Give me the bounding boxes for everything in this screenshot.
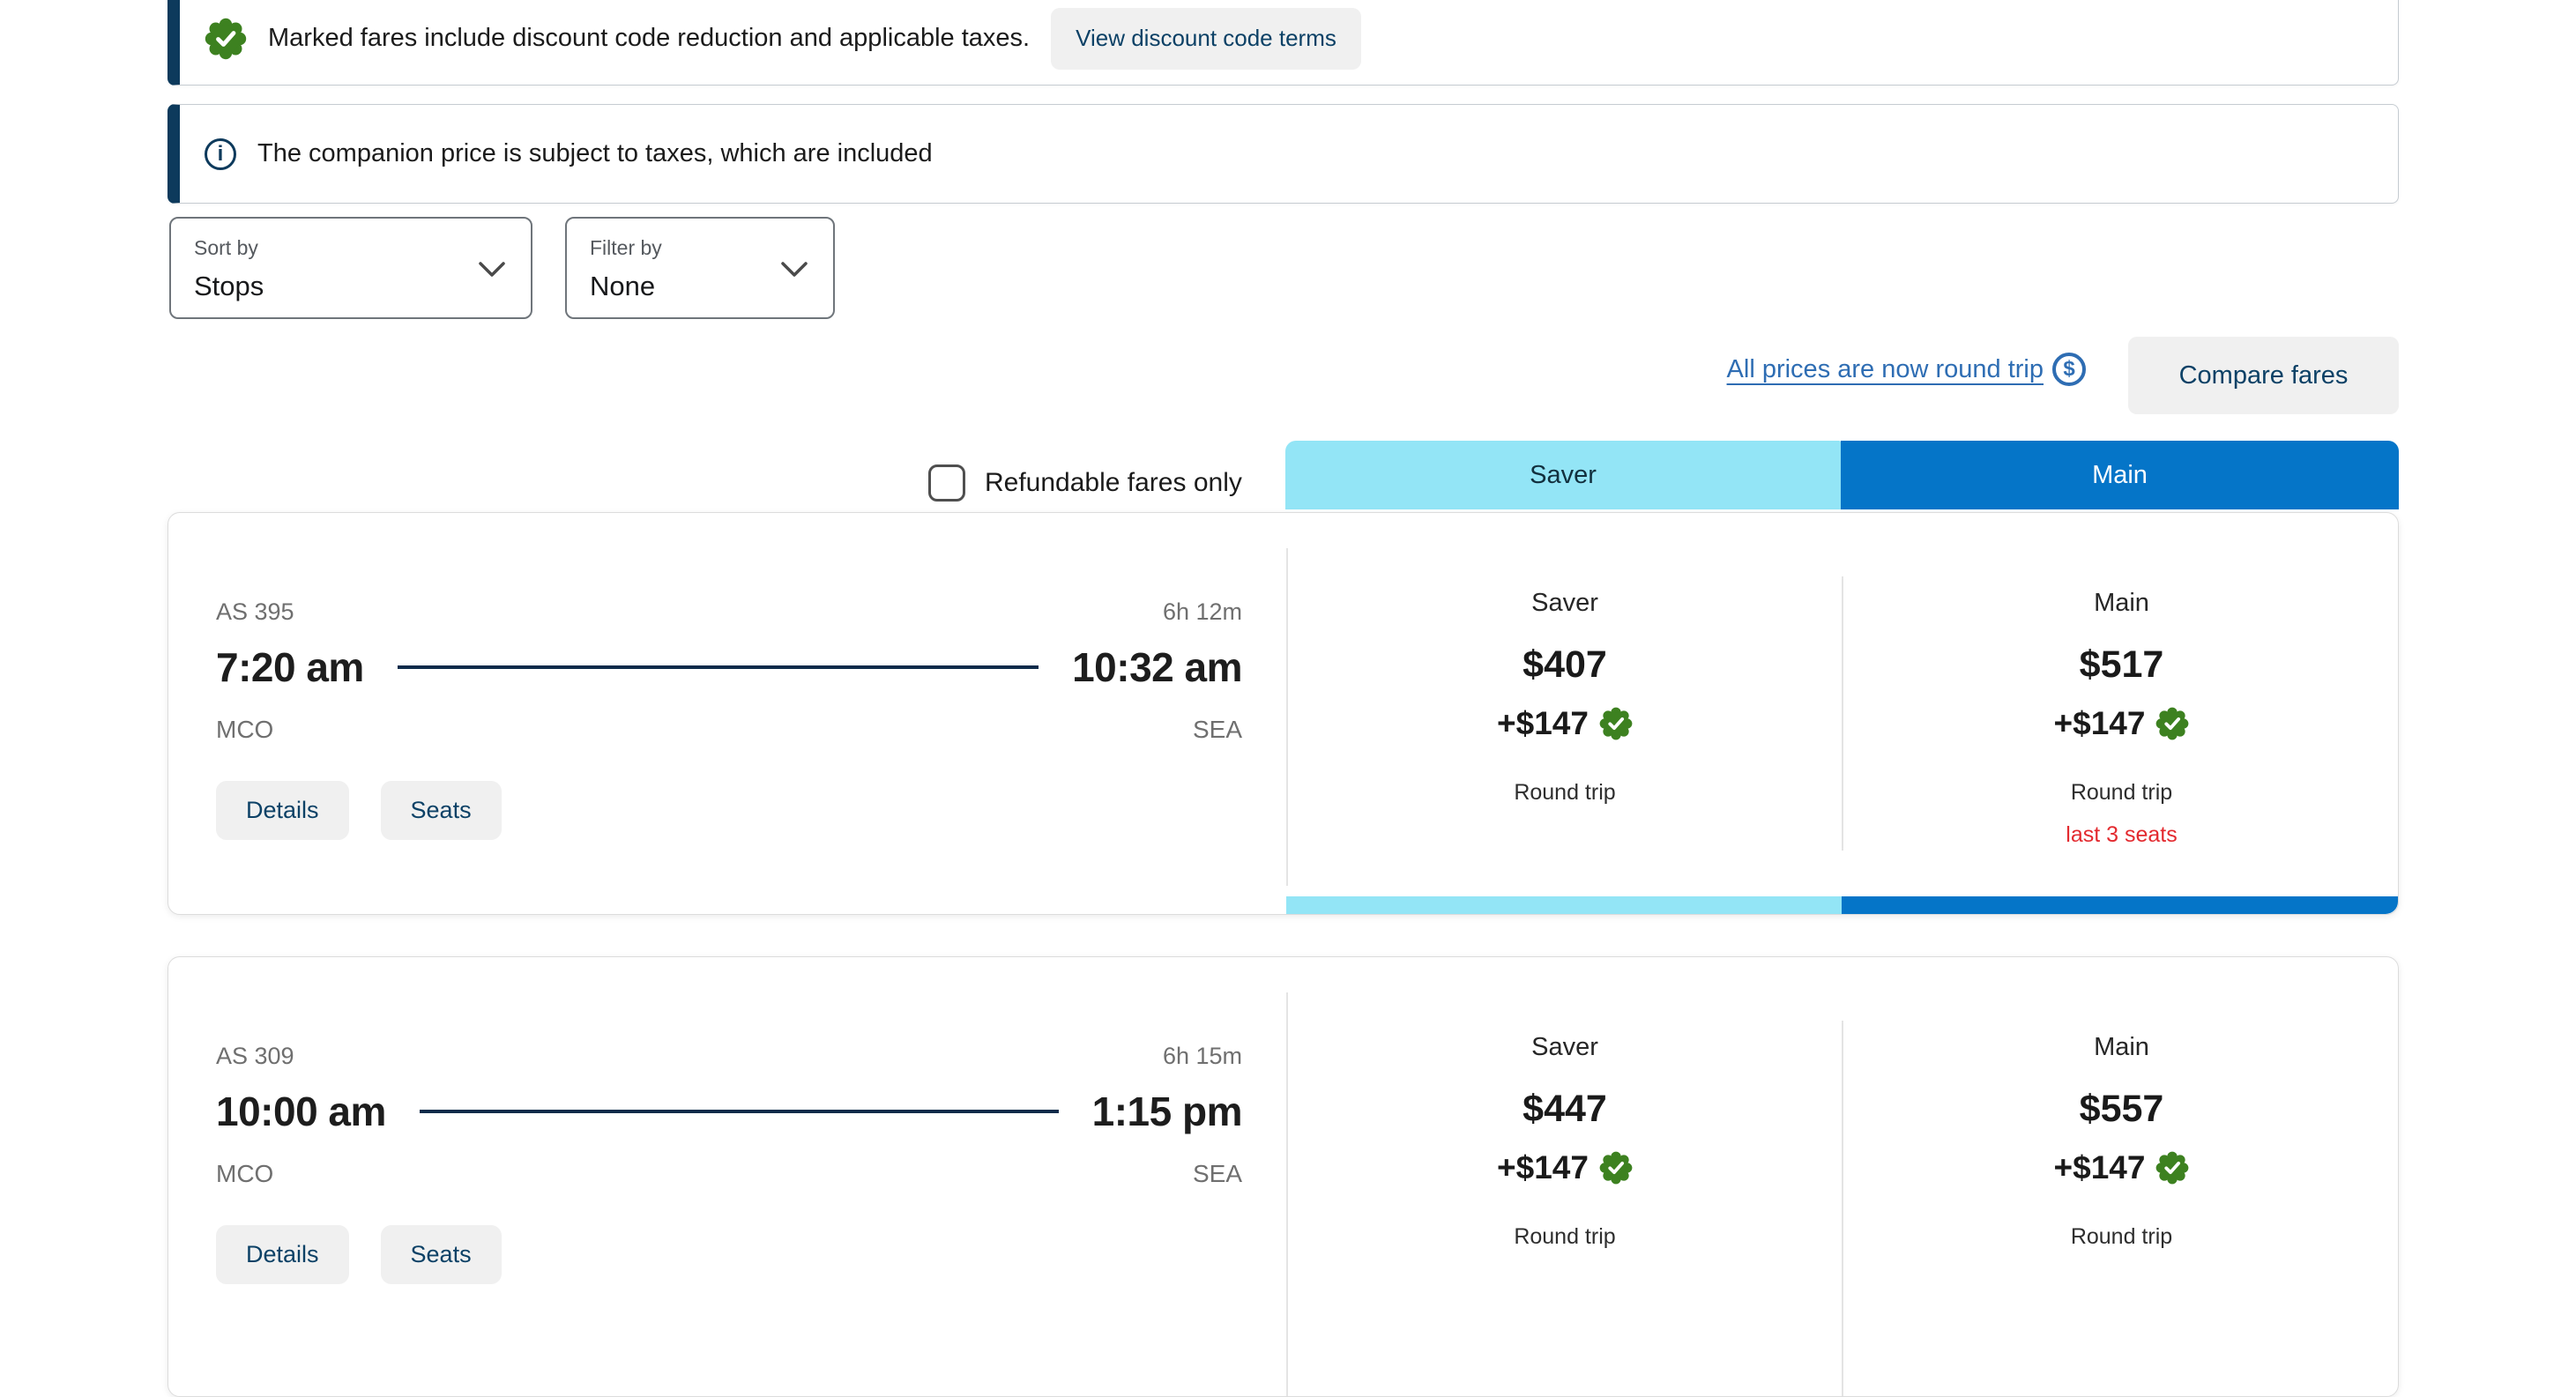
origin-airport: MCO [216, 1160, 273, 1188]
info-icon: i [205, 138, 236, 170]
compare-fares-button[interactable]: Compare fares [2128, 337, 2399, 414]
destination-airport: SEA [1193, 716, 1242, 744]
fare-price: $557 [1843, 1088, 2400, 1131]
main-fare-cell[interactable]: Main $517 +$147 Round trip last 3 seats [1843, 513, 2400, 914]
flight-card: AS 395 6h 12m 7:20 am 10:32 am MCO SEA D… [168, 512, 2399, 915]
companion-price: +$147 [2054, 705, 2146, 742]
fare-name: Saver [1288, 1033, 1842, 1062]
discount-badge-icon [2155, 707, 2189, 740]
flight-card: AS 309 6h 15m 10:00 am 1:15 pm MCO SEA D… [168, 956, 2399, 1397]
trip-type: Round trip [1843, 1224, 2400, 1250]
flight-duration: 6h 15m [1163, 1043, 1242, 1070]
companion-price: +$147 [1497, 705, 1589, 742]
fare-price: $447 [1288, 1088, 1842, 1131]
details-button[interactable]: Details [216, 781, 349, 840]
round-trip-link-text: All prices are now round trip [1727, 355, 2044, 384]
fare-tab-saver[interactable]: Saver [1285, 441, 1841, 509]
discount-badge-icon [1599, 707, 1633, 740]
seats-button[interactable]: Seats [381, 781, 502, 840]
seats-note: last 3 seats [1843, 822, 2400, 848]
results-page: Marked fares include discount code reduc… [168, 0, 2399, 1304]
flight-duration: 6h 12m [1163, 598, 1242, 626]
trip-type: Round trip [1288, 1224, 1842, 1250]
main-fare-cell[interactable]: Main $557 +$147 Round trip [1843, 957, 2400, 1396]
destination-airport: SEA [1193, 1160, 1242, 1188]
flight-info: AS 395 6h 12m 7:20 am 10:32 am MCO SEA D… [216, 513, 1242, 914]
seats-button[interactable]: Seats [381, 1225, 502, 1284]
companion-price: +$147 [1497, 1149, 1589, 1186]
companion-price: +$147 [2054, 1149, 2146, 1186]
details-button[interactable]: Details [216, 1225, 349, 1284]
main-color-strip [1842, 896, 2398, 914]
fare-name: Main [1843, 589, 2400, 618]
companion-banner-text: The companion price is subject to taxes,… [257, 139, 933, 168]
refundable-fares-toggle[interactable]: Refundable fares only [928, 464, 1242, 502]
route-line [420, 1110, 1059, 1113]
arrival-time: 1:15 pm [1092, 1088, 1242, 1135]
chevron-down-icon [478, 261, 506, 279]
flight-number: AS 309 [216, 1043, 294, 1070]
fare-price: $517 [1843, 643, 2400, 687]
filter-by-label: Filter by [590, 236, 833, 260]
view-discount-terms-button[interactable]: View discount code terms [1051, 8, 1361, 70]
departure-time: 10:00 am [216, 1088, 386, 1135]
saver-fare-cell[interactable]: Saver $447 +$147 Round trip [1288, 957, 1842, 1396]
discount-badge-icon [2155, 1151, 2189, 1185]
discount-banner: Marked fares include discount code reduc… [168, 0, 2399, 85]
fare-name: Saver [1288, 589, 1842, 618]
flight-number: AS 395 [216, 598, 294, 626]
departure-time: 7:20 am [216, 643, 364, 691]
fare-name: Main [1843, 1033, 2400, 1062]
discount-badge-icon [1599, 1151, 1633, 1185]
badge-check-icon [205, 18, 247, 60]
fare-tab-main[interactable]: Main [1841, 441, 2399, 509]
origin-airport: MCO [216, 716, 273, 744]
route-line [398, 665, 1039, 669]
fare-price: $407 [1288, 643, 1842, 687]
companion-banner: i The companion price is subject to taxe… [168, 104, 2399, 204]
arrival-time: 10:32 am [1072, 643, 1242, 691]
saver-color-strip [1286, 896, 1842, 914]
refundable-checkbox[interactable] [928, 464, 965, 502]
trip-type: Round trip [1288, 780, 1842, 806]
discount-banner-text: Marked fares include discount code reduc… [268, 24, 1030, 53]
round-trip-prices-link[interactable]: All prices are now round trip $ [1727, 353, 2086, 386]
saver-fare-cell[interactable]: Saver $407 +$147 Round trip [1288, 513, 1842, 914]
refundable-label: Refundable fares only [985, 468, 1242, 498]
sort-by-dropdown[interactable]: Sort by Stops [169, 217, 532, 319]
flight-info: AS 309 6h 15m 10:00 am 1:15 pm MCO SEA D… [216, 957, 1242, 1396]
chevron-down-icon [780, 261, 808, 279]
trip-type: Round trip [1843, 780, 2400, 806]
filter-by-dropdown[interactable]: Filter by None [565, 217, 835, 319]
dollar-circle-icon: $ [2052, 353, 2086, 386]
sort-by-label: Sort by [194, 236, 531, 260]
